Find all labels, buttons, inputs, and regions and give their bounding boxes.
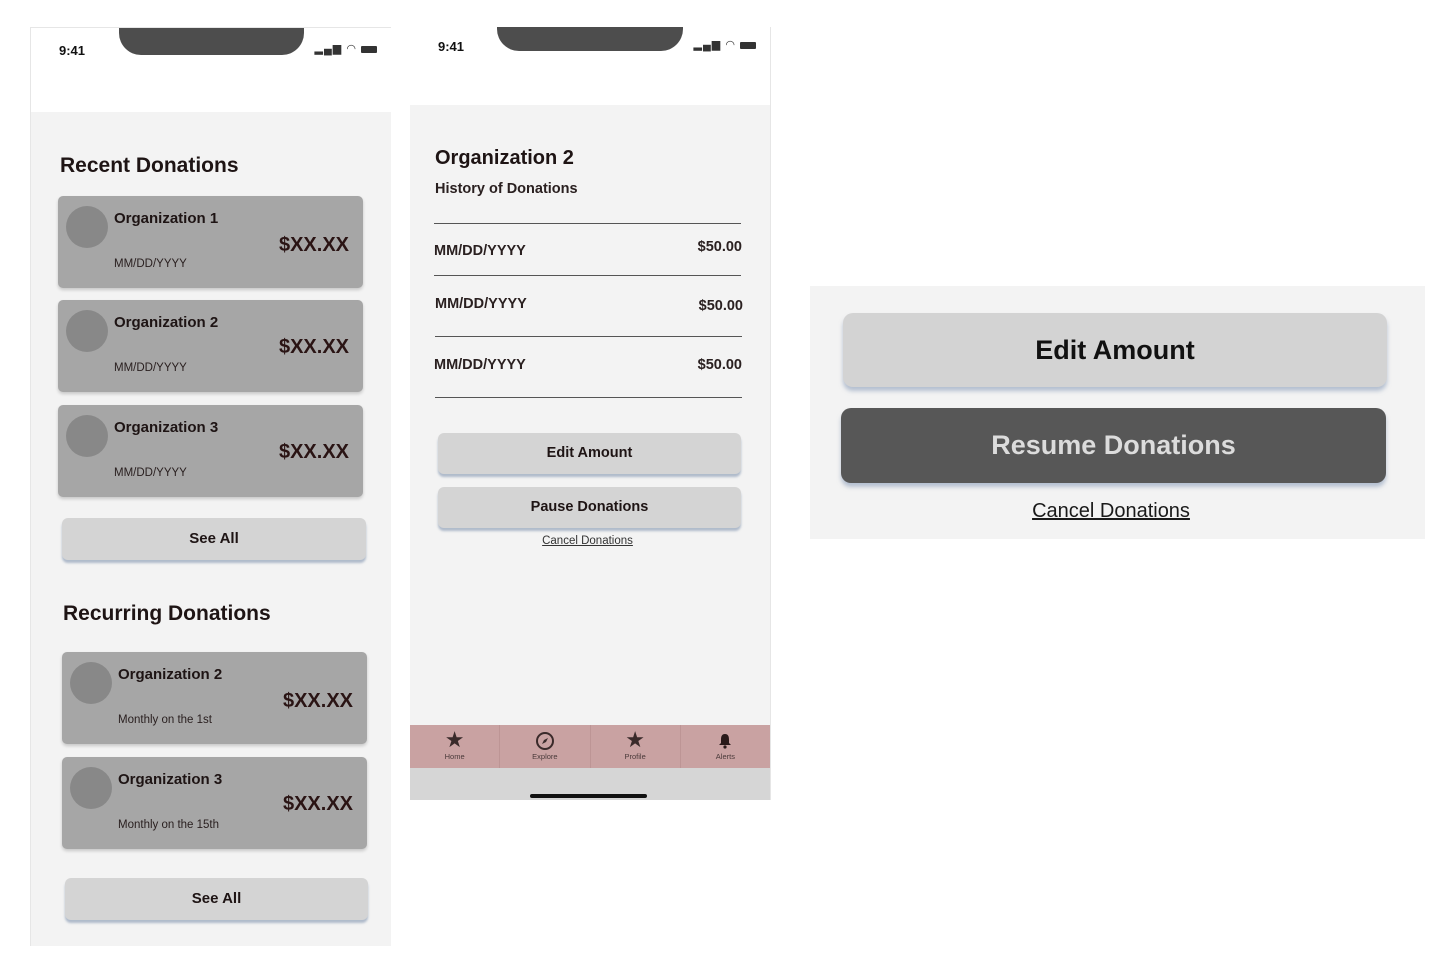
status-time: 9:41 <box>59 43 86 58</box>
divider <box>435 397 742 398</box>
recurring-donations-title: Recurring Donations <box>63 602 271 625</box>
home-indicator[interactable] <box>530 794 647 798</box>
history-date: MM/DD/YYYY <box>434 357 526 373</box>
donation-date: MM/DD/YYYY <box>114 467 187 479</box>
donation-amount: $XX.XX <box>282 793 353 815</box>
donation-amount: $XX.XX <box>278 336 349 358</box>
org-name: Organization 3 <box>118 771 223 788</box>
org-avatar <box>66 310 108 352</box>
history-date: MM/DD/YYYY <box>434 243 526 259</box>
bell-icon <box>681 729 770 751</box>
status-time: 9:41 <box>438 39 465 54</box>
star-icon: ★ <box>625 727 645 752</box>
history-amount: $50.00 <box>698 298 743 314</box>
org-avatar <box>66 206 108 248</box>
wifi-icon: ◠ <box>725 39 736 51</box>
org-avatar <box>70 662 112 704</box>
tab-alerts[interactable]: Alerts <box>681 725 770 768</box>
paused-donation-actions: Edit Amount Resume Donations Cancel Dona… <box>810 286 1425 539</box>
org-name: Organization 2 <box>118 666 223 683</box>
system-icons: ▂▄▆ ◠ <box>694 38 756 51</box>
signal-icon: ▂▄▆ <box>314 43 343 55</box>
system-icons: ▂▄▆ ◠ <box>315 42 377 55</box>
divider <box>435 336 742 337</box>
recent-donations-title: Recent Donations <box>60 154 239 177</box>
donation-amount: $XX.XX <box>282 690 353 712</box>
tab-home[interactable]: ★ Home <box>410 725 501 768</box>
history-amount: $50.00 <box>697 357 742 373</box>
recurring-donation-card[interactable]: Organization 2 Monthly on the 1st $XX.XX <box>62 652 367 744</box>
battery-icon <box>740 41 756 49</box>
donation-amount: $XX.XX <box>278 441 349 463</box>
compass-icon <box>500 729 589 751</box>
tab-label: Home <box>444 752 465 761</box>
tab-label: Profile <box>624 752 646 761</box>
pause-donations-button[interactable]: Pause Donations <box>438 487 741 528</box>
divider <box>434 275 741 276</box>
history-amount: $50.00 <box>697 239 742 255</box>
org-avatar <box>66 415 108 457</box>
recurring-donation-card[interactable]: Organization 3 Monthly on the 15th $XX.X… <box>62 757 367 849</box>
signal-icon: ▂▄▆ <box>693 39 722 51</box>
status-bar: 9:41 ▂▄▆ ◠ <box>31 28 391 112</box>
tab-label: Alerts <box>715 752 735 761</box>
donation-amount: $XX.XX <box>278 234 349 256</box>
wifi-icon: ◠ <box>346 43 357 55</box>
tab-explore[interactable]: Explore <box>500 725 591 768</box>
star-icon: ★ <box>444 727 465 752</box>
history-date: MM/DD/YYYY <box>435 296 527 312</box>
edit-amount-button[interactable]: Edit Amount <box>843 313 1387 387</box>
status-bar: 9:41 ▂▄▆ ◠ <box>410 27 770 105</box>
home-indicator-area <box>410 768 770 800</box>
recent-donation-card[interactable]: Organization 3 MM/DD/YYYY $XX.XX <box>58 405 363 497</box>
notch <box>497 27 683 51</box>
donation-schedule: Monthly on the 1st <box>118 714 212 726</box>
see-all-recurring-button[interactable]: See All <box>65 878 368 920</box>
donation-date: MM/DD/YYYY <box>114 362 187 374</box>
recent-donation-card[interactable]: Organization 1 MM/DD/YYYY $XX.XX <box>58 196 363 288</box>
notch <box>119 28 304 55</box>
cancel-donations-link[interactable]: Cancel Donations <box>410 535 765 547</box>
recent-donation-card[interactable]: Organization 2 MM/DD/YYYY $XX.XX <box>58 300 363 392</box>
see-all-recent-button[interactable]: See All <box>62 518 366 560</box>
donation-history-screen: 9:41 ▂▄▆ ◠ Organization 2 History of Don… <box>410 27 771 800</box>
org-name: Organization 3 <box>114 419 219 436</box>
resume-donations-button[interactable]: Resume Donations <box>841 408 1386 483</box>
divider <box>434 223 741 224</box>
tab-label: Explore <box>532 752 558 762</box>
donation-date: MM/DD/YYYY <box>114 258 187 270</box>
page-subtitle: History of Donations <box>435 181 578 197</box>
tab-profile[interactable]: ★ Profile <box>591 725 681 768</box>
org-name: Organization 1 <box>114 210 219 227</box>
cancel-donations-link[interactable]: Cancel Donations <box>810 500 1412 523</box>
tab-bar: ★ Home Explore ★ Profile Alerts <box>410 725 770 768</box>
edit-amount-button[interactable]: Edit Amount <box>438 433 741 474</box>
recent-donations-screen: 9:41 ▂▄▆ ◠ Recent Donations Organization… <box>30 27 391 946</box>
donation-schedule: Monthly on the 15th <box>118 819 220 831</box>
org-avatar <box>70 767 112 809</box>
battery-icon <box>361 45 377 53</box>
page-title: Organization 2 <box>435 147 574 169</box>
org-name: Organization 2 <box>114 314 219 331</box>
